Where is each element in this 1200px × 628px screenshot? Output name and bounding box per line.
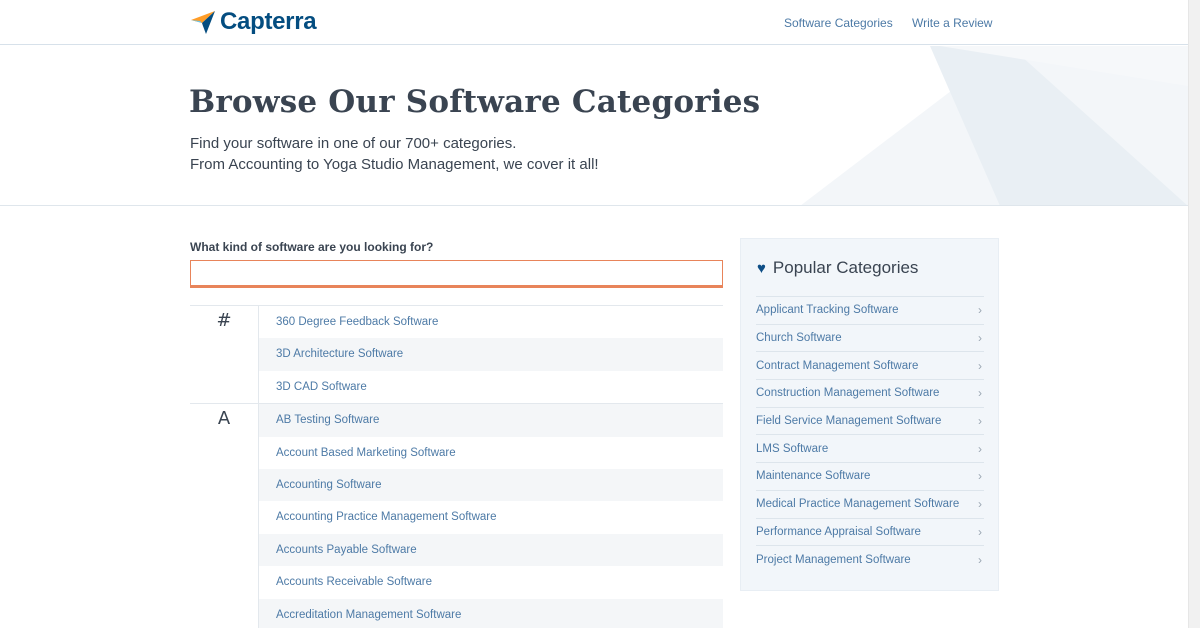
subtitle-line-2: From Accounting to Yoga Studio Managemen… (190, 156, 599, 173)
popular-category-link[interactable]: Project Management Software › (756, 545, 984, 573)
popular-category-label: Applicant Tracking Software (756, 304, 899, 317)
nav-write-a-review[interactable]: Write a Review (912, 16, 992, 30)
popular-category-link[interactable]: LMS Software › (756, 434, 984, 462)
chevron-right-icon: › (978, 331, 982, 346)
popular-category-label: Maintenance Software (756, 470, 871, 483)
popular-categories-list: Applicant Tracking Software › Church Soft… (756, 296, 984, 573)
chevron-right-icon: › (978, 441, 982, 456)
popular-category-label: Project Management Software (756, 553, 911, 566)
popular-category-link[interactable]: Field Service Management Software › (756, 406, 984, 435)
chevron-right-icon: › (978, 414, 982, 429)
popular-category-link[interactable]: Maintenance Software › (756, 462, 984, 490)
category-link[interactable]: Accounting Software (259, 468, 723, 502)
category-link[interactable]: Account Based Marketing Software (259, 437, 723, 469)
chevron-right-icon: › (978, 497, 982, 512)
popular-category-link[interactable]: Construction Management Software › (756, 379, 984, 407)
chevron-right-icon: › (978, 386, 982, 401)
category-link[interactable]: Accounts Payable Software (259, 533, 723, 567)
capterra-arrow-icon (191, 11, 215, 34)
capterra-logo[interactable]: Capterra (190, 8, 317, 36)
category-link[interactable]: 360 Degree Feedback Software (259, 306, 723, 338)
category-link[interactable]: 3D CAD Software (259, 371, 723, 403)
group-letter: # (216, 310, 232, 331)
popular-category-link[interactable]: Performance Appraisal Software › (756, 517, 984, 546)
chevron-right-icon: › (978, 303, 982, 318)
category-link[interactable]: Accounts Receivable Software (259, 566, 723, 598)
popular-category-label: Contract Management Software (756, 359, 919, 372)
brand-name: Capterra (220, 8, 317, 35)
nav-software-categories[interactable]: Software Categories (784, 16, 893, 30)
popular-categories-title: Popular Categories (772, 258, 919, 277)
category-link[interactable]: Accounting Practice Management Software (259, 501, 723, 533)
chevron-right-icon: › (978, 524, 982, 539)
category-list: # 360 Degree Feedback Software 3D Archit… (190, 305, 723, 628)
category-link[interactable]: Accreditation Management Software (259, 598, 723, 628)
subtitle-line-1: Find your software in one of our 700+ ca… (190, 135, 517, 152)
popular-category-label: Field Service Management Software (756, 415, 942, 428)
heart-icon: ♥ (757, 259, 766, 277)
top-navigation-bar: Capterra Software Categories Write a Rev… (0, 0, 1188, 45)
page-scrollbar[interactable] (1188, 0, 1200, 628)
chevron-right-icon: › (978, 469, 982, 484)
category-link[interactable]: 3D Architecture Software (259, 338, 723, 371)
popular-categories-heading: ♥ Popular Categories (757, 258, 918, 278)
hero-background-shapes (801, 46, 1188, 205)
category-link[interactable]: AB Testing Software (259, 404, 723, 437)
page-subtitle: Find your software in one of our 700+ ca… (190, 133, 599, 175)
popular-categories-panel: ♥ Popular Categories Applicant Tracking … (740, 238, 999, 591)
popular-category-label: Church Software (756, 332, 842, 345)
page-title: Browse Our Software Categories (189, 84, 761, 120)
category-search-input[interactable] (190, 260, 723, 288)
search-label: What kind of software are you looking fo… (190, 240, 434, 254)
group-letter: A (217, 408, 231, 430)
popular-category-label: Performance Appraisal Software (756, 525, 921, 538)
hero-banner: Browse Our Software Categories Find your… (0, 46, 1188, 206)
popular-category-label: Medical Practice Management Software (756, 498, 960, 511)
popular-category-label: Construction Management Software (756, 387, 940, 400)
popular-category-link[interactable]: Applicant Tracking Software › (756, 296, 984, 324)
popular-category-link[interactable]: Church Software › (756, 323, 984, 352)
chevron-right-icon: › (978, 358, 982, 373)
popular-category-label: LMS Software (756, 442, 829, 455)
popular-category-link[interactable]: Contract Management Software › (756, 351, 984, 379)
popular-category-link[interactable]: Medical Practice Management Software › (756, 489, 984, 518)
chevron-right-icon: › (978, 552, 982, 567)
category-group-hash: # 360 Degree Feedback Software 3D Archit… (190, 305, 723, 404)
category-group-a: A AB Testing Software Account Based Mark… (190, 403, 723, 628)
